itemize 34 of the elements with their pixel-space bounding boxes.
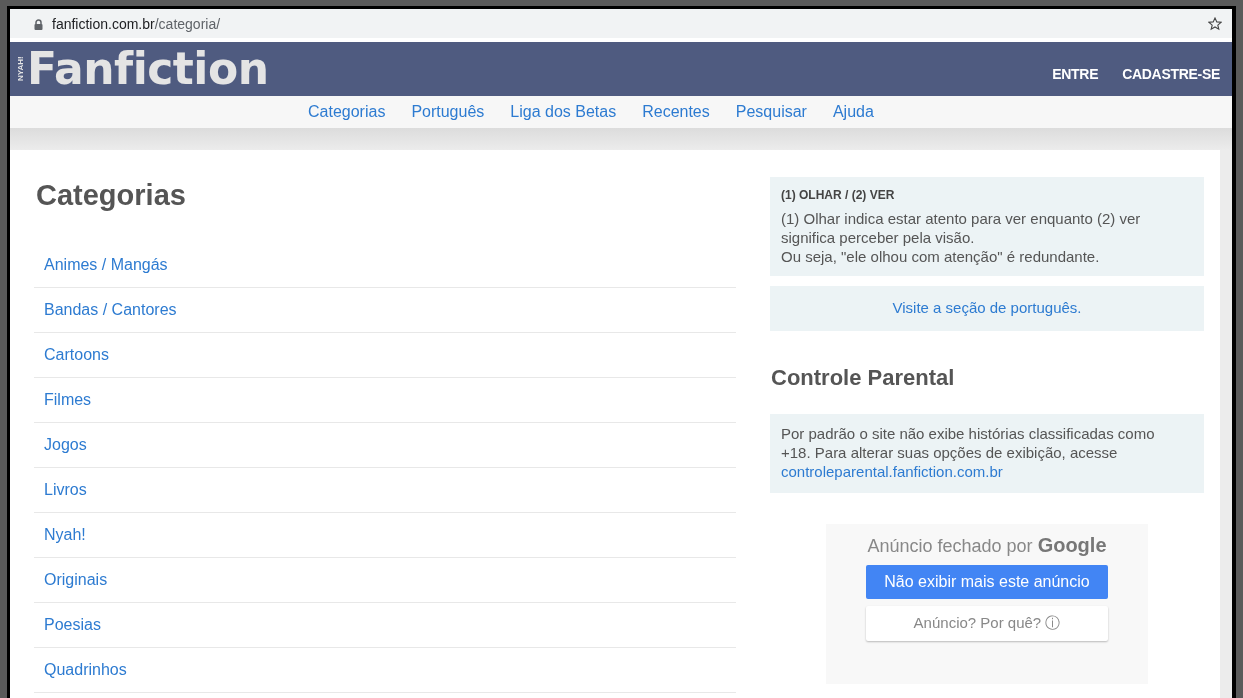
site-logo[interactable]: Fanfiction	[27, 47, 269, 91]
category-link[interactable]: Bandas / Cantores	[44, 297, 177, 322]
category-link[interactable]: Quadrinhos	[44, 657, 127, 682]
nav-link[interactable]: Categorias	[308, 100, 386, 124]
nav-link[interactable]: Liga dos Betas	[510, 100, 617, 124]
star-icon[interactable]	[1208, 17, 1222, 31]
logo-tag: NYAH!	[16, 49, 26, 89]
tip-title: (1) OLHAR / (2) VER	[781, 187, 896, 204]
category-link[interactable]: Cartoons	[44, 342, 109, 367]
nav-link[interactable]: Português	[411, 100, 485, 124]
lock-icon	[34, 18, 43, 30]
portuguese-section-link[interactable]: Visite a seção de português.	[892, 297, 1082, 320]
category-link[interactable]: Filmes	[44, 387, 92, 412]
why-ad-button[interactable]: Anúncio? Por quê? ⓘ	[866, 606, 1108, 641]
category-link[interactable]: Animes / Mangás	[44, 252, 168, 277]
category-link[interactable]: Poesias	[44, 612, 101, 637]
section-heading: Controle Parental	[770, 364, 956, 392]
header-link[interactable]: CADASTRE-SE	[1122, 63, 1220, 85]
nav-link[interactable]: Recentes	[642, 100, 710, 124]
nav-link[interactable]: Ajuda	[832, 100, 874, 124]
tip-text: (1) Olhar indica estar atento para ver enquanto (2) ver significa perceber pela visão.	[781, 209, 1142, 247]
page-heading: Categorias	[35, 178, 187, 213]
category-link[interactable]: Originais	[44, 567, 108, 592]
url-text[interactable]: fanfiction.com.br/categoria/	[52, 13, 221, 35]
parental-text: Por padrão o site não exibe histórias classificadas como +18. Para alterar suas opções de exibição, acesse controleparental.fanfiction.com.br	[781, 424, 1156, 481]
ad-closed-notice: Anúncio fechado por Google	[867, 533, 1107, 558]
category-link[interactable]: Jogos	[44, 432, 87, 457]
nav-link[interactable]: Pesquisar	[735, 100, 807, 124]
parental-control-link[interactable]: controleparental.fanfiction.com.br	[781, 463, 1003, 480]
header-link[interactable]: ENTRE	[1052, 63, 1099, 85]
category-link[interactable]: Livros	[44, 477, 87, 502]
hide-ad-button[interactable]: Não exibir mais este anúncio	[866, 565, 1108, 599]
tip-text: Ou seja, "ele olhou com atenção" é redundante.	[781, 247, 1101, 266]
category-link[interactable]: Nyah!	[44, 522, 86, 547]
